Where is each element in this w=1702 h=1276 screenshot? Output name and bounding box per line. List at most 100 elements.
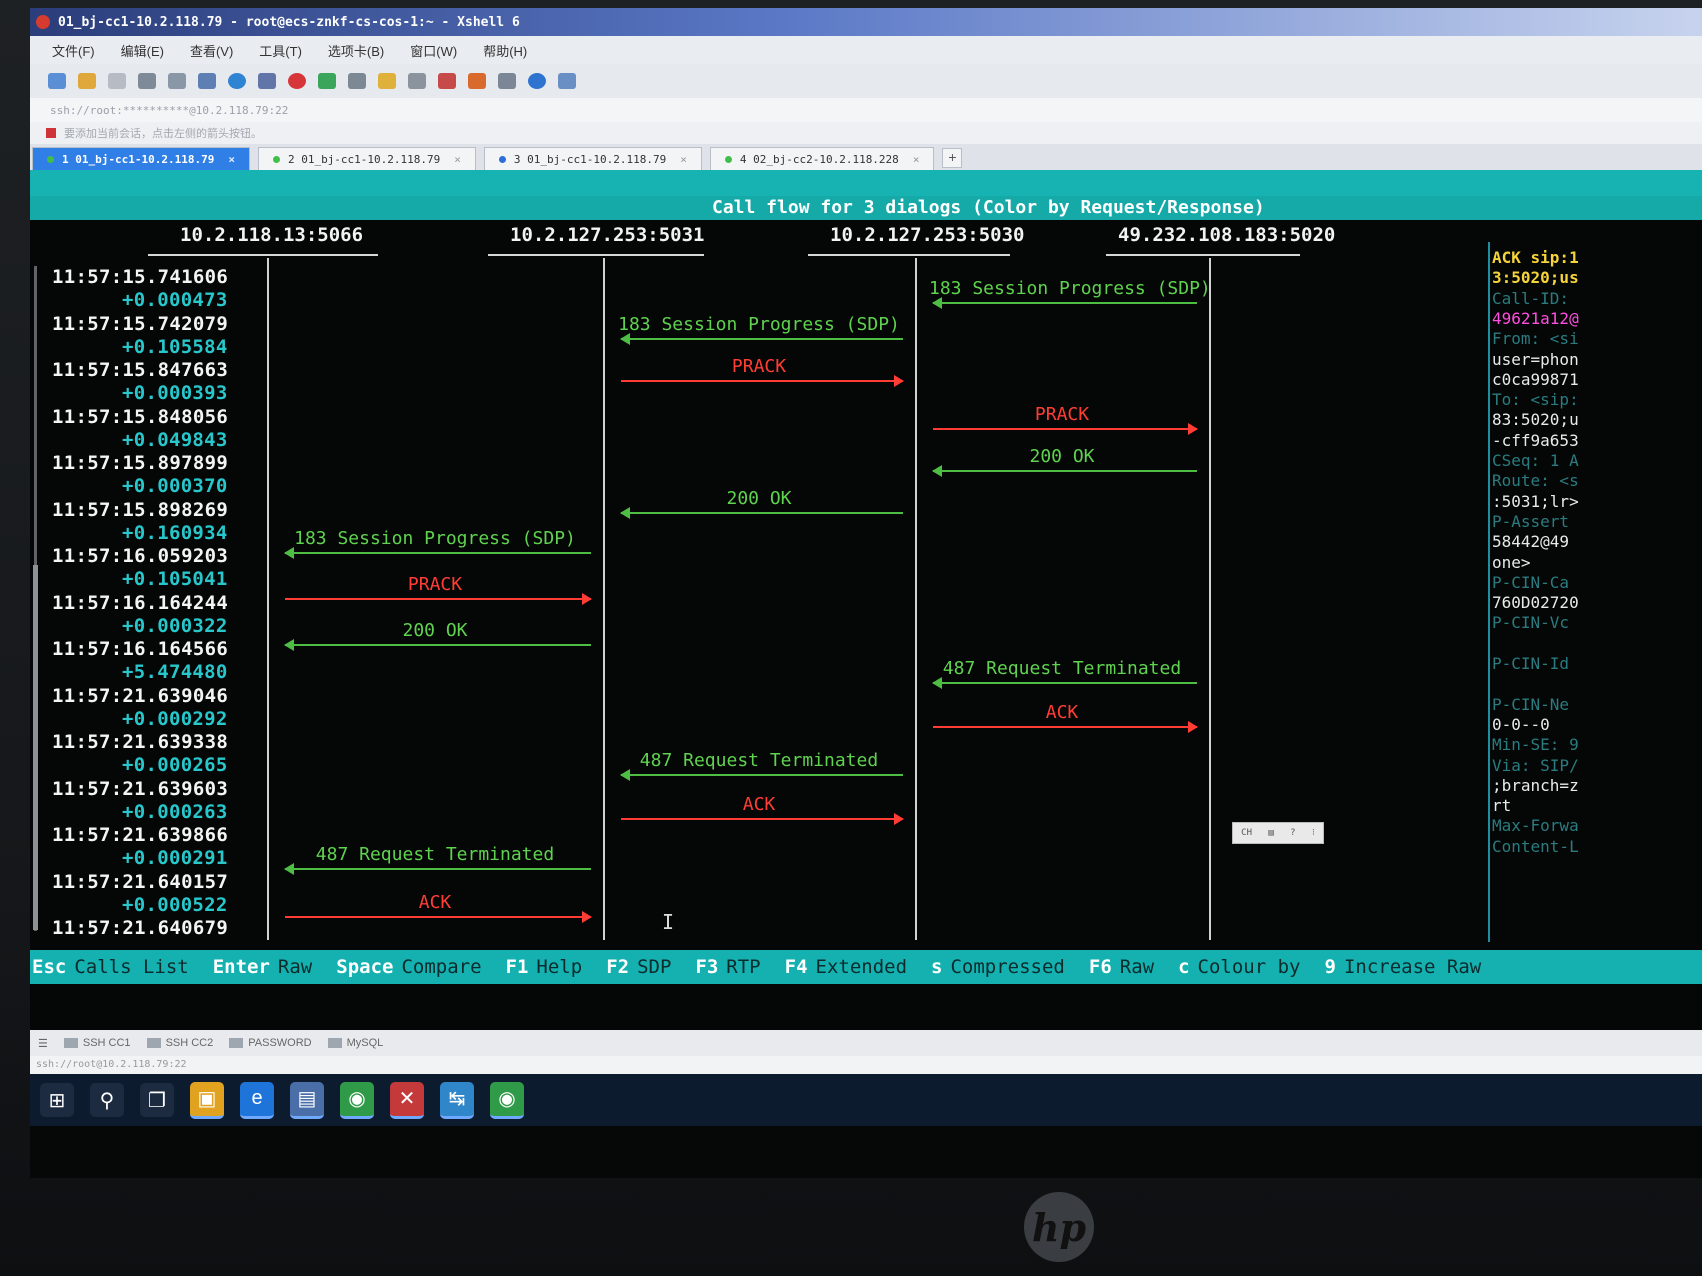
search-icon[interactable]: ⚲ [90, 1083, 124, 1117]
quick-button-ssh-cc1[interactable]: SSH CC1 [63, 1037, 131, 1049]
raw-message-line: user=phon [1492, 349, 1579, 369]
fkey-f3[interactable]: F3 RTP [695, 956, 760, 978]
find-icon[interactable] [168, 73, 186, 89]
timestamp-absolute: 11:57:16.164566 [52, 638, 229, 660]
menu-tab[interactable]: 选项卡(B) [328, 41, 384, 60]
lock-icon[interactable] [378, 73, 396, 89]
scrollbar-thumb[interactable] [33, 565, 38, 930]
sip-message-label[interactable]: 200 OK [281, 620, 589, 641]
add-icon[interactable] [468, 73, 486, 89]
script-icon[interactable] [438, 73, 456, 89]
chrome-alt-icon[interactable]: ◉ [490, 1081, 524, 1119]
open-folder-icon[interactable] [78, 73, 96, 89]
quick-button-mysql[interactable]: MySQL [327, 1037, 383, 1049]
task-view-icon[interactable]: ❐ [140, 1083, 174, 1117]
fkey-esc[interactable]: Esc Calls List [32, 956, 189, 978]
menu-icon[interactable]: ☰ [38, 1037, 48, 1050]
ime-help-icon[interactable]: ? [1290, 828, 1295, 838]
tab-session-2[interactable]: 2 01_bj-cc1-10.2.118.79 × [257, 147, 476, 170]
address-bar[interactable]: ssh://root:**********@10.2.118.79:22 [30, 98, 1702, 122]
fullscreen-icon[interactable] [348, 73, 366, 89]
toolbar [30, 64, 1702, 99]
raw-message-line: 760D02720 [1492, 593, 1579, 613]
close-icon[interactable]: × [680, 153, 687, 166]
message-icon[interactable] [558, 73, 576, 89]
fkey-s[interactable]: s Compressed [931, 956, 1065, 978]
xftp-icon[interactable] [318, 73, 336, 89]
font-icon[interactable] [258, 73, 276, 89]
quick-button-ssh-cc2[interactable]: SSH CC2 [146, 1037, 213, 1049]
raw-message-line: P-CIN-Ne [1492, 694, 1570, 714]
sip-message-label[interactable]: 200 OK [617, 488, 901, 509]
quick-button-password[interactable]: PASSWORD [229, 1037, 312, 1049]
fkey-f2[interactable]: F2 SDP [606, 956, 671, 978]
fkey-key: F3 [695, 956, 719, 978]
new-tab-button[interactable]: + [942, 148, 963, 168]
fkey-f1[interactable]: F1 Help [506, 956, 583, 978]
xshell-icon[interactable]: ✕ [390, 1081, 424, 1119]
menu-view[interactable]: 查看(V) [190, 41, 233, 60]
arrow-left-icon [932, 465, 1197, 477]
sip-message-label[interactable]: 183 Session Progress (SDP) [929, 278, 1211, 299]
tab-session-1[interactable]: 1 01_bj-cc1-10.2.118.79 × [32, 147, 250, 170]
layout-icon[interactable] [498, 73, 516, 89]
sip-message-label[interactable]: PRACK [929, 404, 1195, 425]
terminal[interactable]: Call flow for 3 dialogs (Color by Reques… [30, 170, 1702, 1030]
tab-session-3[interactable]: 3 01_bj-cc1-10.2.118.79 × [483, 147, 702, 170]
close-icon[interactable]: × [913, 153, 920, 166]
menu-window[interactable]: 窗口(W) [410, 41, 457, 60]
sip-message-label[interactable]: PRACK [281, 574, 589, 595]
fkey-space[interactable]: Space Compare [336, 956, 481, 978]
raw-message-line: P-CIN-Vc [1492, 613, 1570, 633]
close-icon[interactable]: × [454, 153, 461, 166]
help-icon[interactable] [528, 73, 546, 89]
ime-more-icon[interactable]: ⁝ [1312, 828, 1315, 838]
host-label: 10.2.127.253:5031 [510, 224, 705, 246]
ie-icon[interactable]: e [240, 1081, 274, 1119]
tab-session-4[interactable]: 4 02_bj-cc2-10.2.118.228 × [709, 147, 935, 170]
xftp-icon[interactable]: ↹ [440, 1081, 474, 1119]
ime-toolbar[interactable]: CH ▤ ? ⁝ [1232, 822, 1324, 844]
menu-file[interactable]: 文件(F) [52, 41, 95, 60]
arrow-right-icon [621, 813, 904, 825]
sip-message-label[interactable]: ACK [281, 892, 589, 913]
sip-message-label[interactable]: 200 OK [929, 446, 1195, 467]
new-session-icon[interactable] [48, 73, 66, 89]
timestamp-absolute: 11:57:21.639046 [52, 684, 229, 707]
menu-help[interactable]: 帮助(H) [483, 41, 527, 60]
sip-message-label[interactable]: ACK [617, 794, 901, 815]
raw-message-line: ;branch=z [1492, 775, 1579, 795]
sip-message-label[interactable]: 487 Request Terminated [617, 750, 901, 771]
start-icon[interactable]: ⊞ [40, 1083, 74, 1117]
bookmark-icon[interactable] [46, 128, 56, 138]
sip-message-label[interactable]: 183 Session Progress (SDP) [281, 528, 589, 549]
fkey-key: Esc [32, 956, 67, 978]
chrome-icon[interactable]: ◉ [340, 1081, 374, 1119]
sip-message-label[interactable]: 487 Request Terminated [281, 844, 589, 865]
fkey-enter[interactable]: Enter Raw [213, 956, 313, 978]
fkey-f4[interactable]: F4 Extended [785, 956, 907, 978]
link-icon[interactable] [108, 73, 126, 89]
file-explorer-icon[interactable]: ▣ [190, 1081, 224, 1119]
sip-message-label[interactable]: 487 Request Terminated [929, 658, 1195, 679]
notepad-icon[interactable]: ▤ [290, 1081, 324, 1119]
raw-message-panel: ACK sip:1 3:5020;us Call-ID: 49621a12@ From:… [1492, 248, 1702, 948]
ime-language-label[interactable]: CH [1241, 828, 1252, 838]
timestamp-absolute: 11:57:15.897899 [52, 452, 229, 474]
keyboard-icon[interactable] [408, 73, 426, 89]
sip-message-label[interactable]: ACK [929, 702, 1195, 723]
raw-message-line: one> [1492, 552, 1531, 572]
globe-icon[interactable] [228, 73, 246, 89]
menu-tools[interactable]: 工具(T) [259, 41, 302, 60]
fkey-f6[interactable]: F6 Raw [1089, 956, 1154, 978]
fkey-c[interactable]: c Colour by [1178, 956, 1300, 978]
close-icon[interactable]: × [228, 153, 235, 166]
ime-keyboard-icon[interactable]: ▤ [1268, 828, 1273, 838]
properties-icon[interactable] [138, 73, 156, 89]
menu-edit[interactable]: 编辑(E) [121, 41, 164, 60]
xshell-red-icon[interactable] [288, 73, 306, 89]
fkey-9[interactable]: 9 Increase Raw [1325, 956, 1482, 978]
copy-icon[interactable] [198, 73, 216, 89]
sip-message-label[interactable]: PRACK [617, 356, 901, 377]
sip-message-label[interactable]: 183 Session Progress (SDP) [617, 314, 901, 335]
